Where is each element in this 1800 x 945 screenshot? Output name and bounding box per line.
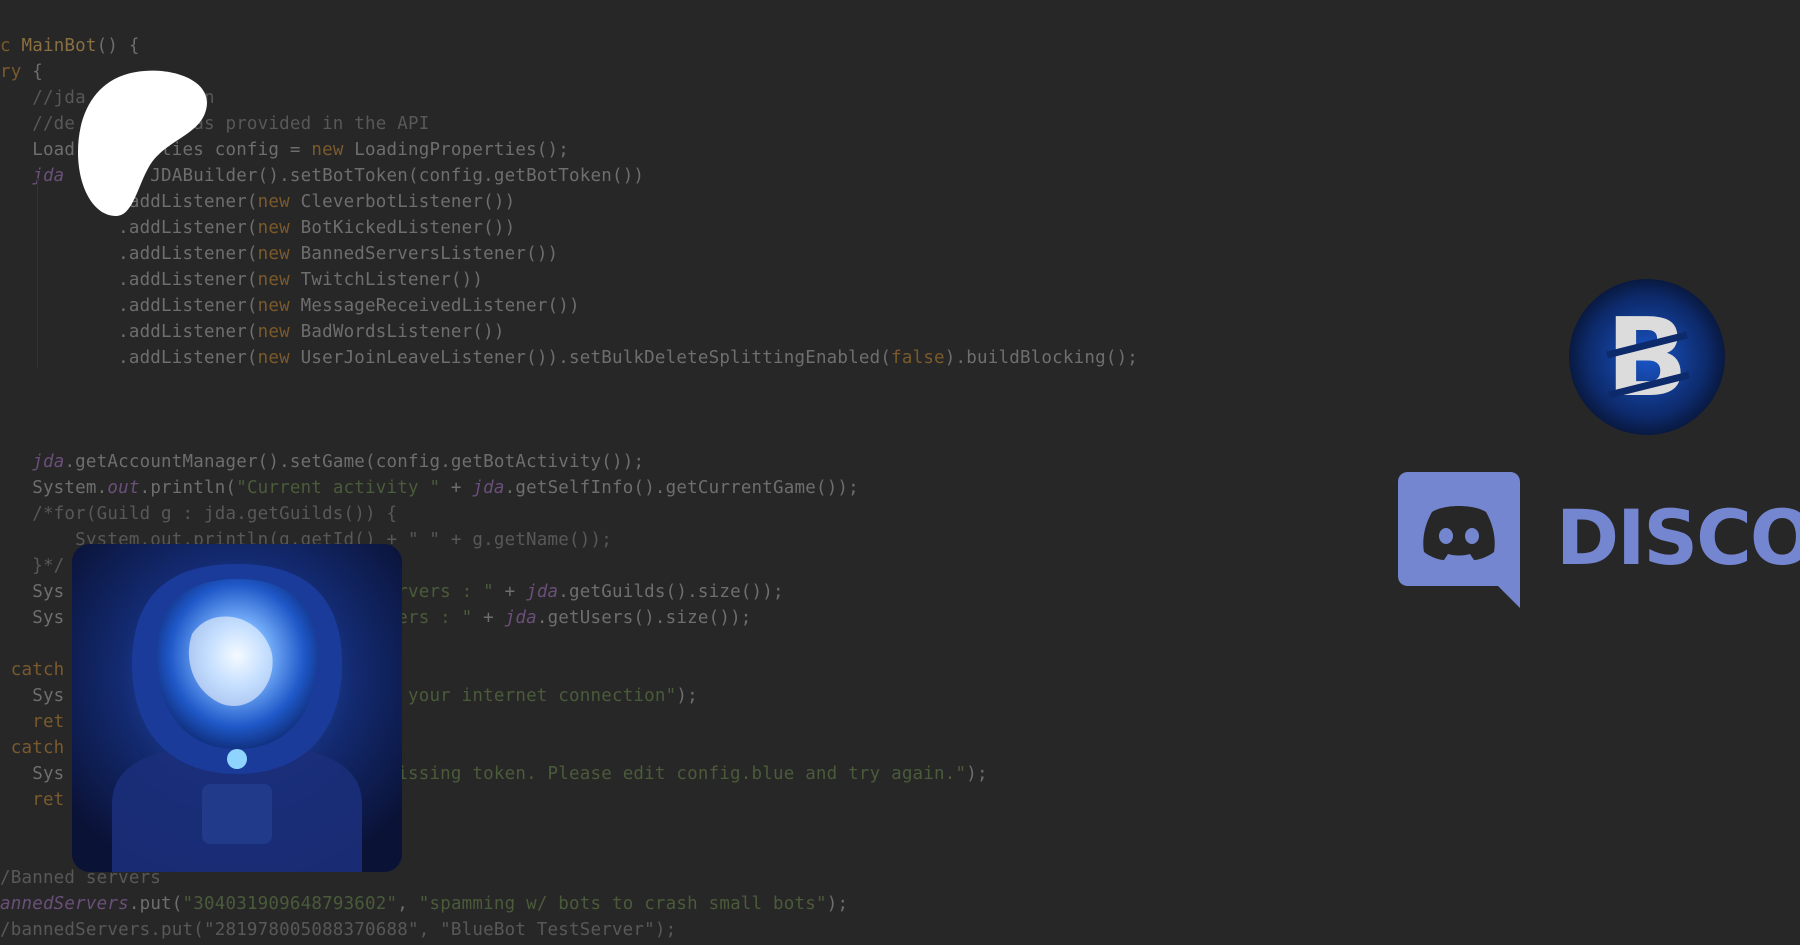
code-token: .getUsers().size()); bbox=[536, 608, 752, 628]
indent-guide bbox=[37, 178, 38, 368]
code-line: ret bbox=[0, 709, 64, 735]
code-token: jda bbox=[472, 478, 505, 498]
code-token: out bbox=[107, 478, 140, 498]
code-token: jda bbox=[0, 166, 65, 186]
code-line: System.out.println("Current activity " +… bbox=[0, 475, 859, 501]
code-token: .addListener( bbox=[0, 218, 258, 238]
code-token: new bbox=[257, 192, 290, 212]
code-line: .addListener(new UserJoinLeaveListener()… bbox=[0, 345, 1138, 371]
discord-logo-icon bbox=[1398, 472, 1520, 608]
code-token: , bbox=[397, 894, 419, 914]
code-line: c MainBot() { bbox=[0, 33, 140, 59]
code-token: .println( bbox=[139, 478, 237, 498]
code-token: .getAccountManager().setGame(config.getB… bbox=[64, 452, 645, 472]
code-token: "304031909648793602" bbox=[182, 894, 398, 914]
code-token: TwitchListener()) bbox=[289, 270, 484, 290]
code-token: .addListener( bbox=[0, 270, 258, 290]
bluebot-b-logo-icon: B bbox=[1569, 279, 1725, 435]
code-token: catch bbox=[0, 738, 65, 758]
code-token: jda bbox=[526, 582, 559, 602]
code-line: .addListener(new MessageReceivedListener… bbox=[0, 293, 580, 319]
code-line: ret bbox=[0, 787, 64, 813]
code-token: .addListener( bbox=[0, 348, 258, 368]
code-line: jda.getAccountManager().setGame(config.g… bbox=[0, 449, 644, 475]
code-token: new bbox=[257, 296, 290, 316]
code-token: catch bbox=[0, 660, 65, 680]
discord-wordmark: DISCOR bbox=[1556, 493, 1800, 582]
code-line: catch bbox=[0, 735, 64, 761]
code-token: /bannedServers.put("281978005088370688",… bbox=[0, 920, 677, 940]
code-token: jda bbox=[32, 452, 65, 472]
code-token: () { bbox=[96, 36, 140, 56]
code-token: ret bbox=[0, 712, 65, 732]
code-token: + bbox=[440, 478, 473, 498]
code-token: CleverbotListener()) bbox=[289, 192, 516, 212]
code-token: UserJoinLeaveListener()).setBulkDeleteSp… bbox=[289, 348, 892, 368]
code-token: + bbox=[472, 608, 505, 628]
code-token: new bbox=[311, 140, 344, 160]
code-token: { bbox=[32, 62, 43, 82]
code-token: .getGuilds().size()); bbox=[558, 582, 784, 602]
code-token: k your internet connection" bbox=[386, 686, 677, 706]
code-token: annedServers bbox=[0, 894, 129, 914]
code-token: false bbox=[891, 348, 945, 368]
code-token: BadWordsListener()) bbox=[289, 322, 505, 342]
code-token: MainBot bbox=[21, 36, 97, 56]
code-token: BannedServersListener()) bbox=[289, 244, 559, 264]
code-token: System. bbox=[0, 478, 108, 498]
code-token: ervers : " bbox=[386, 582, 494, 602]
code-token: new bbox=[257, 218, 290, 238]
code-token: ret bbox=[0, 790, 65, 810]
code-token: c bbox=[0, 36, 22, 56]
code-token: ); bbox=[826, 894, 849, 914]
code-token: "Current activity " bbox=[236, 478, 441, 498]
code-token: BotKickedListener()) bbox=[289, 218, 516, 238]
code-token: .addListener( bbox=[0, 322, 258, 342]
code-line: .addListener(new BadWordsListener()) bbox=[0, 319, 505, 345]
code-token: ry bbox=[0, 62, 33, 82]
code-token: /*for(Guild g : jda.getGuilds()) { bbox=[0, 504, 398, 524]
code-token: ); bbox=[676, 686, 698, 706]
code-line: .addListener(new TwitchListener()) bbox=[0, 267, 483, 293]
code-token: new bbox=[257, 348, 290, 368]
code-token: jda bbox=[504, 608, 537, 628]
code-token: MessageReceivedListener()) bbox=[289, 296, 580, 316]
code-line: }*/ bbox=[0, 553, 64, 579]
code-token: ).buildBlocking(); bbox=[944, 348, 1139, 368]
code-token: }*/ bbox=[0, 556, 65, 576]
astronaut-helmet-image bbox=[72, 544, 402, 872]
code-token: new bbox=[257, 322, 290, 342]
code-token: .addListener( bbox=[0, 244, 258, 264]
code-line: catch bbox=[0, 657, 64, 683]
code-line: /bannedServers.put("281978005088370688",… bbox=[0, 917, 676, 943]
code-line: annedServers.put("304031909648793602", "… bbox=[0, 891, 848, 917]
code-token: ); bbox=[966, 764, 988, 784]
code-line: .addListener(new BotKickedListener()) bbox=[0, 215, 515, 241]
code-token: missing token. Please edit config.blue a… bbox=[386, 764, 967, 784]
code-line: .addListener(new BannedServersListener()… bbox=[0, 241, 558, 267]
code-token: .getSelfInfo().getCurrentGame()); bbox=[504, 478, 859, 498]
b-logo-letter: B bbox=[1606, 296, 1688, 421]
code-line: ry { bbox=[0, 59, 43, 85]
code-token: + bbox=[493, 582, 527, 602]
code-token: new bbox=[257, 244, 290, 264]
code-token: LoadingProperties(); bbox=[343, 140, 570, 160]
code-line: /*for(Guild g : jda.getGuilds()) { bbox=[0, 501, 397, 527]
code-token: "spamming w/ bots to crash small bots" bbox=[418, 894, 827, 914]
code-token: new bbox=[257, 270, 290, 290]
code-token: .put( bbox=[128, 894, 183, 914]
white-blob-shape bbox=[78, 70, 207, 216]
code-token: .addListener( bbox=[0, 296, 258, 316]
